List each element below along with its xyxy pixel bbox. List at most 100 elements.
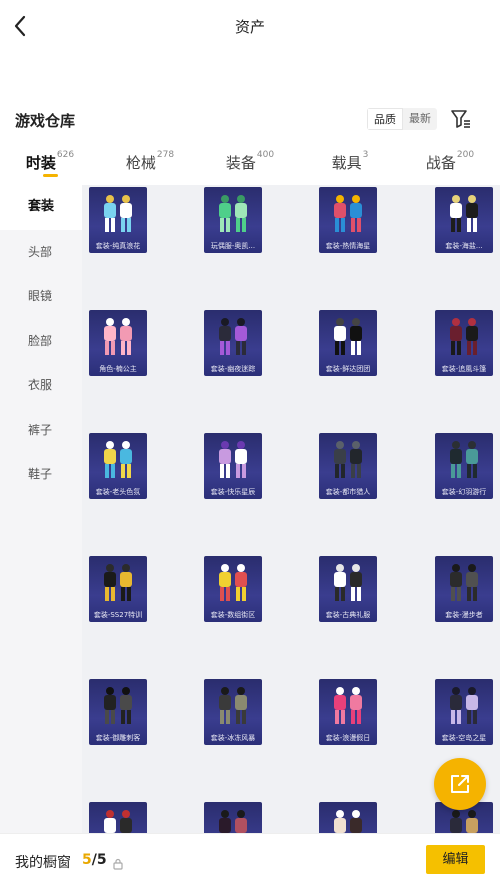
outfit-figure-icon xyxy=(104,441,132,478)
outfit-figure-icon xyxy=(450,687,478,724)
outfit-card[interactable] xyxy=(89,802,147,833)
outfit-figure-icon xyxy=(219,687,247,724)
outfit-card-label: 套装-快乐星辰 xyxy=(210,488,256,496)
sort-latest-option[interactable]: 最新 xyxy=(403,108,437,130)
sidebar-item-clothes[interactable]: 衣服 xyxy=(0,363,82,408)
outfit-figure-icon xyxy=(219,564,247,601)
outfit-figure-icon xyxy=(104,687,132,724)
active-tab-indicator xyxy=(43,174,58,177)
outfit-card[interactable]: 套装-幽夜迷踪 xyxy=(204,310,262,376)
lock-icon xyxy=(113,855,123,870)
external-link-icon xyxy=(451,775,469,793)
top-bar: 资产 xyxy=(0,0,500,52)
outfit-figure-icon xyxy=(219,318,247,355)
outfit-card-label: 套装-都市猎人 xyxy=(325,488,371,496)
outfit-card-label: 套装-老头色氛 xyxy=(95,488,141,496)
tab-count: 200 xyxy=(456,150,475,160)
outfit-card[interactable]: 套装-浪漫假日 xyxy=(319,679,377,745)
tab-count: 3 xyxy=(362,150,369,160)
sidebar-item-glasses[interactable]: 眼镜 xyxy=(0,274,82,319)
showcase-total: 5 xyxy=(96,852,107,868)
tab-count: 626 xyxy=(56,150,75,160)
outfit-card[interactable]: 套装-SS27特训 xyxy=(89,556,147,622)
outfit-figure-icon xyxy=(450,564,478,601)
outfit-card[interactable]: 套装-快乐星辰 xyxy=(204,433,262,499)
outfit-figure-icon xyxy=(450,441,478,478)
outfit-card-label: 套装-幽夜迷踪 xyxy=(210,365,256,373)
outfit-card[interactable] xyxy=(319,802,377,833)
sidebar-item-head[interactable]: 头部 xyxy=(0,230,82,275)
tab-count: 278 xyxy=(156,150,175,160)
tab-fashion[interactable]: 时装626 xyxy=(0,143,100,185)
outfit-card[interactable]: 套装-热情海星 xyxy=(319,187,377,253)
outfit-card[interactable]: 套装-数组街区 xyxy=(204,556,262,622)
sort-toggle: 品质 最新 xyxy=(367,108,437,130)
outfit-card[interactable]: 套装-鲜达团团 xyxy=(319,310,377,376)
category-tabs: 时装626 枪械278 装备400 载具3 战备200 xyxy=(0,143,500,185)
outfit-card[interactable]: 套装-古典礼服 xyxy=(319,556,377,622)
outfit-card[interactable]: 角色-楠公主 xyxy=(89,310,147,376)
tab-guns[interactable]: 枪械278 xyxy=(100,143,200,185)
sidebar-item-shoes[interactable]: 鞋子 xyxy=(0,452,82,497)
outfit-card-label: 套装-御雕刺客 xyxy=(95,734,141,742)
outfit-card[interactable]: 套装-冰冻风暴 xyxy=(204,679,262,745)
outfit-card[interactable]: 套装-海盐... xyxy=(435,187,493,253)
tab-vehicles[interactable]: 载具3 xyxy=(300,143,400,185)
tab-label: 装备 xyxy=(225,154,256,172)
section-title: 游戏仓库 xyxy=(15,112,76,130)
outfit-card-label: 套装-幻羽游行 xyxy=(441,488,487,496)
outfit-card-label: 套装-古典礼服 xyxy=(325,611,371,619)
tab-combat-gear[interactable]: 战备200 xyxy=(400,143,500,185)
outfit-figure-icon xyxy=(104,810,132,833)
tab-label: 载具 xyxy=(331,154,362,172)
outfit-card[interactable]: 玩偶服-奥凯... xyxy=(204,187,262,253)
tab-label: 枪械 xyxy=(125,154,156,172)
outfit-card-label: 套装-SS27特训 xyxy=(93,611,143,619)
outfit-card-label: 角色-楠公主 xyxy=(99,365,137,373)
sidebar-item-outfits[interactable]: 套装 xyxy=(0,185,82,230)
outfit-figure-icon xyxy=(219,810,247,833)
outfit-card[interactable]: 套装-幻羽游行 xyxy=(435,433,493,499)
outfit-card[interactable]: 套装-追風斗篷 xyxy=(435,310,493,376)
page-title: 资产 xyxy=(234,18,265,36)
outfit-figure-icon xyxy=(334,810,362,833)
edit-button[interactable]: 编辑 xyxy=(426,845,485,874)
showcase-current: 5 xyxy=(82,852,92,868)
outfit-card[interactable] xyxy=(204,802,262,833)
tab-count: 400 xyxy=(256,150,275,160)
tab-equipment[interactable]: 装备400 xyxy=(200,143,300,185)
outfit-card[interactable]: 套装-漫步者 xyxy=(435,556,493,622)
tab-label: 时装 xyxy=(25,154,56,172)
outfit-card-label: 套装-漫步者 xyxy=(445,611,483,619)
outfit-card-label: 套装-冰冻风暴 xyxy=(210,734,256,742)
outfit-figure-icon xyxy=(334,564,362,601)
sort-quality-option[interactable]: 品质 xyxy=(367,108,403,130)
outfit-card-label: 套装-空岛之星 xyxy=(441,734,487,742)
outfit-figure-icon xyxy=(450,195,478,232)
outfit-figure-icon xyxy=(219,441,247,478)
outfit-card-label: 套装-浪漫假日 xyxy=(325,734,371,742)
outfit-figure-icon xyxy=(450,318,478,355)
outfit-figure-icon xyxy=(334,441,362,478)
outfit-card-label: 套装-纯真浪花 xyxy=(95,242,141,250)
item-grid: 套装-纯真浪花 玩偶服-奥凯... 套装-热情海星 套装-海盐... 角色-楠公主 套装-… xyxy=(82,185,500,833)
sidebar-item-face[interactable]: 脸部 xyxy=(0,319,82,364)
filter-icon[interactable] xyxy=(450,108,472,130)
share-button[interactable] xyxy=(434,758,486,810)
outfit-card[interactable]: 套装-都市猎人 xyxy=(319,433,377,499)
outfit-figure-icon xyxy=(334,195,362,232)
outfit-card-label: 套装-数组街区 xyxy=(210,611,256,619)
sidebar-item-pants[interactable]: 裤子 xyxy=(0,408,82,453)
showcase-label: 我的橱窗 xyxy=(15,855,71,871)
outfit-card[interactable]: 套装-老头色氛 xyxy=(89,433,147,499)
outfit-card[interactable]: 套装-纯真浪花 xyxy=(89,187,147,253)
outfit-card[interactable]: 套装-御雕刺客 xyxy=(89,679,147,745)
outfit-figure-icon xyxy=(104,195,132,232)
showcase-count: 5/5 xyxy=(82,852,107,868)
bottom-bar: 我的橱窗 5/5 编辑 xyxy=(0,833,500,885)
outfit-card[interactable]: 套装-空岛之星 xyxy=(435,679,493,745)
outfit-card-label: 套装-鲜达团团 xyxy=(325,365,371,373)
outfit-figure-icon xyxy=(334,687,362,724)
outfit-figure-icon xyxy=(334,318,362,355)
outfit-card-label: 套装-追風斗篷 xyxy=(441,365,487,373)
